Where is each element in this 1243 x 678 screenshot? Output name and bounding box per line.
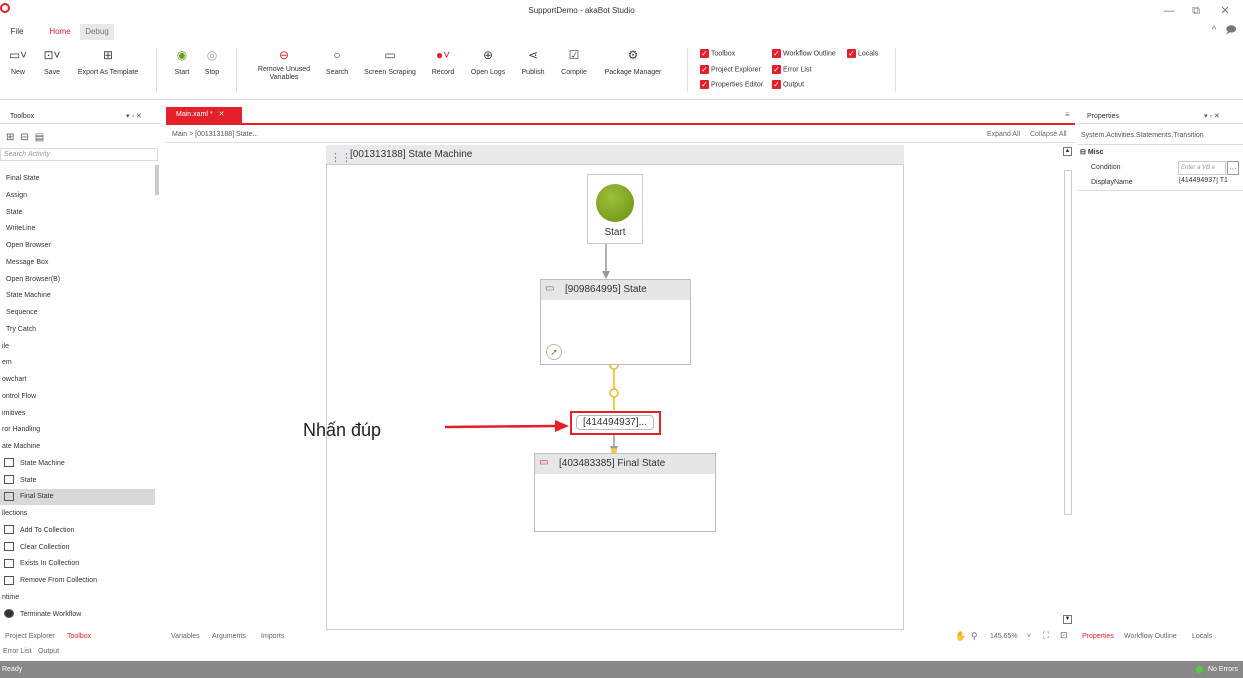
transition-highlight: [414494937]... (570, 411, 661, 435)
output-tab[interactable]: Output (38, 647, 59, 657)
transition-handle (609, 388, 619, 398)
fit-screen-icon[interactable]: ⛶ (1043, 630, 1049, 640)
properties-pin-close[interactable]: ▾ ▫ ✕ (1204, 112, 1220, 120)
status-ok-icon (1196, 666, 1203, 673)
condition-edit-button[interactable]: … (1227, 161, 1239, 175)
displayname-label: DisplayName (1091, 179, 1133, 186)
properties-panel: Properties ▾ ▫ ✕ System.Activities.State… (1078, 107, 1243, 628)
annotation-text: Nhấn đúp (303, 420, 382, 440)
final-state-title: [403483385] Final State (535, 454, 715, 474)
annotation-arrow (444, 424, 558, 429)
divider (1078, 144, 1243, 145)
properties-type: System.Activities.Statements.Transition (1081, 132, 1204, 139)
state-icon: ▭ (545, 283, 555, 294)
scroll-thumb[interactable] (1064, 170, 1072, 515)
zoom-level[interactable]: 145.65% (990, 632, 1018, 642)
state-title: [909864995] State (541, 280, 690, 300)
zoom-icon[interactable]: ⚲ (971, 631, 978, 641)
arguments-tab[interactable]: Arguments (212, 632, 246, 642)
status-bar: Ready No Errors (0, 661, 1243, 678)
app-window: SupportDemo - akaBot Studio — ⧉ ✕ File H… (0, 0, 1243, 678)
overview-icon[interactable]: ⊡ (1060, 630, 1068, 640)
project-explorer-tab[interactable]: Project Explorer (5, 632, 55, 642)
toolbox-tab[interactable]: Toolbox (67, 632, 91, 642)
state-node[interactable]: [909864995] State ▭ ➚ (540, 279, 691, 365)
misc-label: Misc (1087, 149, 1104, 156)
canvas-scrollbar[interactable]: ▲ ▼ (1063, 145, 1073, 630)
status-ready: Ready (2, 666, 23, 673)
scroll-down-icon[interactable]: ▼ (1063, 615, 1072, 624)
imports-tab[interactable]: Imports (261, 632, 284, 642)
final-state-icon: ▭ (539, 457, 549, 468)
error-list-tab[interactable]: Error List (3, 647, 31, 657)
collapse-icon: ⊟ (1080, 149, 1088, 156)
zoom-dropdown-icon[interactable]: ˅ (1027, 632, 1031, 642)
properties-tab[interactable]: Properties (1082, 632, 1114, 642)
condition-label: Condition (1091, 164, 1121, 171)
locals-tab[interactable]: Locals (1192, 632, 1212, 642)
annotation-arrow-head (555, 420, 569, 432)
variables-tab[interactable]: Variables (171, 632, 200, 642)
entry-icon[interactable]: ➚ (546, 344, 562, 360)
pan-icon[interactable]: ✋ (955, 631, 966, 641)
transition-label[interactable]: [414494937]... (576, 415, 654, 430)
condition-input[interactable]: Enter a VB e (1178, 161, 1226, 175)
displayname-value[interactable]: [414494937] T1 (1179, 177, 1242, 184)
divider (1078, 190, 1243, 191)
properties-title: Properties (1087, 113, 1119, 120)
scroll-up-icon[interactable]: ▲ (1063, 147, 1072, 156)
arrow-head (602, 271, 610, 279)
final-state-node[interactable]: [403483385] Final State ▭ (534, 453, 716, 532)
misc-category[interactable]: ⊟ Misc (1080, 148, 1103, 156)
status-errors: No Errors (1208, 666, 1238, 673)
workflow-outline-tab[interactable]: Workflow Outline (1124, 632, 1177, 642)
divider (1078, 123, 1243, 124)
